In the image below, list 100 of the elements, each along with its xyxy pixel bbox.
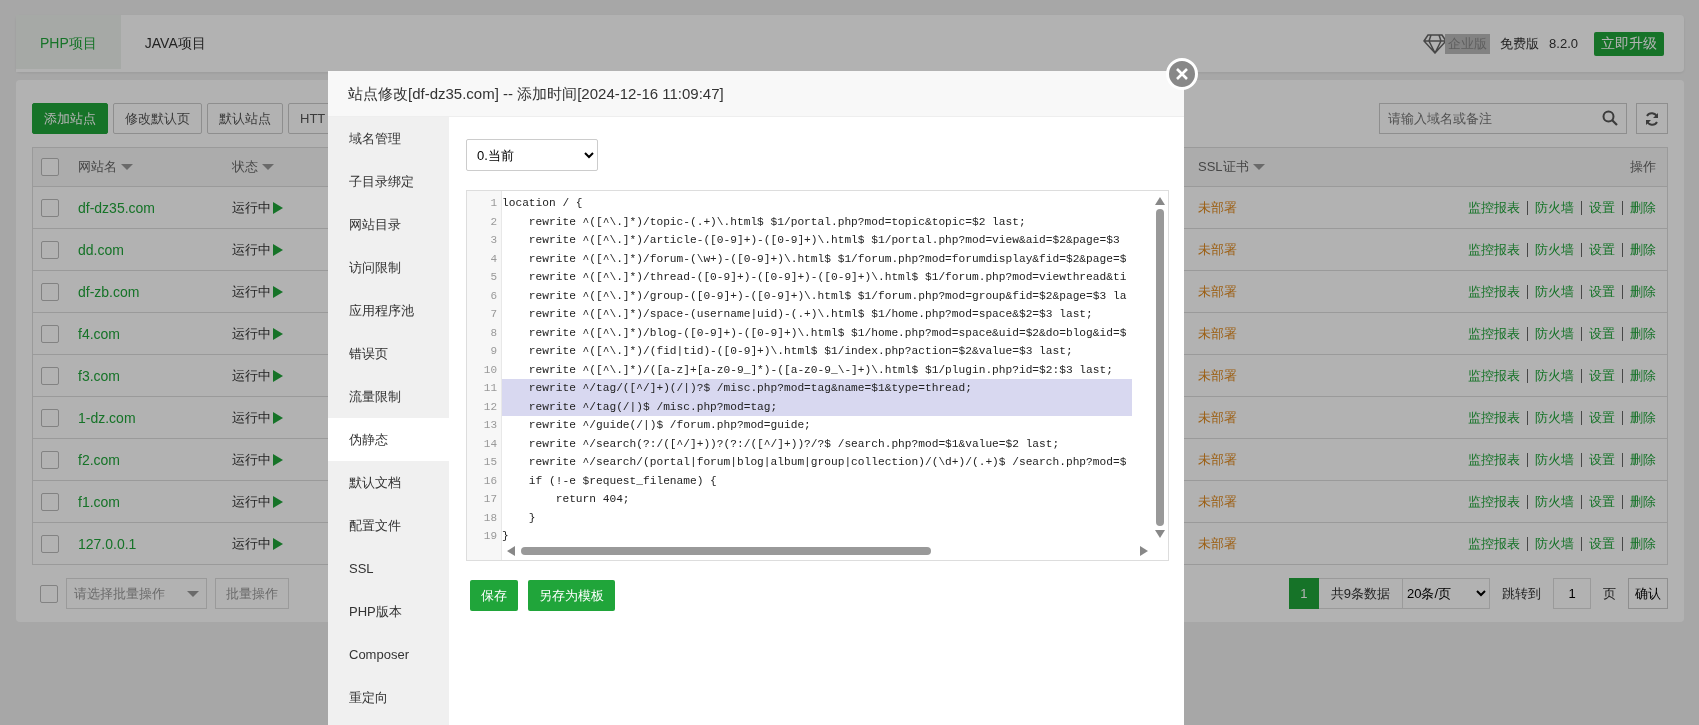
- action-link[interactable]: 监控报表: [1461, 494, 1527, 509]
- action-link[interactable]: 监控报表: [1461, 410, 1527, 425]
- scroll-left-icon[interactable]: [507, 546, 515, 556]
- upgrade-button[interactable]: 立即升级: [1594, 31, 1664, 56]
- column-header[interactable]: 操作: [1630, 158, 1656, 176]
- ssl-status[interactable]: 未部署: [1198, 324, 1237, 343]
- action-link[interactable]: 删除: [1622, 494, 1656, 509]
- status-link[interactable]: 运行中: [232, 534, 283, 553]
- action-link[interactable]: 监控报表: [1461, 326, 1527, 341]
- toolbar-button[interactable]: 默认站点: [207, 103, 283, 134]
- action-link[interactable]: 删除: [1622, 410, 1656, 425]
- action-link[interactable]: 设置: [1581, 536, 1622, 551]
- action-link[interactable]: 设置: [1581, 452, 1622, 467]
- column-header[interactable]: 网站名: [78, 158, 133, 176]
- action-link[interactable]: 删除: [1622, 452, 1656, 467]
- sidebar-item[interactable]: 配置文件: [328, 504, 449, 547]
- action-link[interactable]: 防火墙: [1527, 536, 1581, 551]
- site-name-link[interactable]: df-dz35.com: [78, 199, 156, 216]
- refresh-button[interactable]: [1636, 103, 1668, 134]
- site-name-link[interactable]: dd.com: [78, 241, 124, 258]
- site-name-link[interactable]: f2.com: [78, 451, 120, 468]
- scroll-right-icon[interactable]: [1140, 546, 1148, 556]
- column-header[interactable]: 状态: [232, 158, 274, 176]
- action-link[interactable]: 删除: [1622, 368, 1656, 383]
- action-link[interactable]: 设置: [1581, 200, 1622, 215]
- checkbox[interactable]: [41, 450, 59, 469]
- action-link[interactable]: 删除: [1622, 536, 1656, 551]
- sidebar-item[interactable]: PHP版本: [328, 590, 449, 633]
- sidebar-item[interactable]: 应用程序池: [328, 289, 449, 332]
- project-tab[interactable]: JAVA项目: [120, 15, 230, 72]
- status-link[interactable]: 运行中: [232, 366, 283, 385]
- action-link[interactable]: 防火墙: [1527, 284, 1581, 299]
- project-tab[interactable]: PHP项目: [16, 15, 121, 72]
- action-link[interactable]: 防火墙: [1527, 494, 1581, 509]
- sidebar-item[interactable]: 错误页: [328, 332, 449, 375]
- sidebar-item[interactable]: 伪静态: [328, 418, 449, 461]
- site-name-link[interactable]: f3.com: [78, 367, 120, 384]
- sidebar-item[interactable]: 网站目录: [328, 203, 449, 246]
- ssl-status[interactable]: 未部署: [1198, 408, 1237, 427]
- action-link[interactable]: 监控报表: [1461, 200, 1527, 215]
- action-link[interactable]: 删除: [1622, 242, 1656, 257]
- ssl-status[interactable]: 未部署: [1198, 492, 1237, 511]
- action-link[interactable]: 监控报表: [1461, 242, 1527, 257]
- sidebar-item[interactable]: 重定向: [328, 676, 449, 719]
- scroll-up-icon[interactable]: [1155, 197, 1165, 205]
- status-link[interactable]: 运行中: [232, 492, 283, 511]
- batch-select[interactable]: 请选择批量操作: [66, 578, 207, 609]
- action-link[interactable]: 设置: [1581, 326, 1622, 341]
- confirm-button[interactable]: 确认: [1628, 578, 1668, 609]
- sidebar-item[interactable]: 默认文档: [328, 461, 449, 504]
- toolbar-button[interactable]: 修改默认页: [113, 103, 202, 134]
- horizontal-scrollbar[interactable]: [507, 545, 1148, 557]
- site-name-link[interactable]: f4.com: [78, 325, 120, 342]
- status-link[interactable]: 运行中: [232, 324, 283, 343]
- status-link[interactable]: 运行中: [232, 282, 283, 301]
- action-link[interactable]: 删除: [1622, 284, 1656, 299]
- version-select[interactable]: 0.当前: [466, 139, 598, 171]
- site-name-link[interactable]: 1-dz.com: [78, 409, 136, 426]
- action-link[interactable]: 监控报表: [1461, 284, 1527, 299]
- sidebar-item[interactable]: 流量限制: [328, 375, 449, 418]
- checkbox[interactable]: [40, 584, 58, 603]
- action-link[interactable]: 防火墙: [1527, 200, 1581, 215]
- action-link[interactable]: 删除: [1622, 200, 1656, 215]
- search-field[interactable]: 请输入域名或备注: [1379, 103, 1627, 134]
- site-name-link[interactable]: df-zb.com: [78, 283, 140, 300]
- action-link[interactable]: 监控报表: [1461, 536, 1527, 551]
- checkbox[interactable]: [41, 492, 59, 511]
- ssl-status[interactable]: 未部署: [1198, 240, 1237, 259]
- action-link[interactable]: 防火墙: [1527, 452, 1581, 467]
- checkbox[interactable]: [41, 282, 59, 301]
- sidebar-item[interactable]: 子目录绑定: [328, 160, 449, 203]
- status-link[interactable]: 运行中: [232, 240, 283, 259]
- ssl-status[interactable]: 未部署: [1198, 198, 1237, 217]
- action-link[interactable]: 设置: [1581, 242, 1622, 257]
- ssl-status[interactable]: 未部署: [1198, 366, 1237, 385]
- checkbox[interactable]: [41, 408, 59, 427]
- checkbox[interactable]: [41, 158, 59, 176]
- action-link[interactable]: 监控报表: [1461, 368, 1527, 383]
- action-link[interactable]: 防火墙: [1527, 326, 1581, 341]
- ssl-status[interactable]: 未部署: [1198, 534, 1237, 553]
- action-link[interactable]: 设置: [1581, 368, 1622, 383]
- vertical-scrollbar[interactable]: [1154, 197, 1166, 538]
- site-name-link[interactable]: 127.0.0.1: [78, 535, 137, 552]
- dialog-button[interactable]: 另存为模板: [528, 580, 615, 611]
- action-link[interactable]: 防火墙: [1527, 368, 1581, 383]
- sidebar-item[interactable]: Composer: [328, 633, 449, 676]
- checkbox[interactable]: [41, 534, 59, 553]
- column-header[interactable]: SSL证书: [1198, 158, 1265, 176]
- sidebar-item[interactable]: 访问限制: [328, 246, 449, 289]
- scroll-down-icon[interactable]: [1155, 530, 1165, 538]
- checkbox[interactable]: [41, 240, 59, 259]
- checkbox[interactable]: [41, 198, 59, 217]
- action-link[interactable]: 设置: [1581, 284, 1622, 299]
- page-button[interactable]: 1: [1288, 578, 1319, 609]
- action-link[interactable]: 防火墙: [1527, 410, 1581, 425]
- status-link[interactable]: 运行中: [232, 450, 283, 469]
- toolbar-button[interactable]: 添加站点: [32, 103, 108, 134]
- ssl-status[interactable]: 未部署: [1198, 450, 1237, 469]
- action-link[interactable]: 删除: [1622, 326, 1656, 341]
- page-size-select[interactable]: 20条/页: [1403, 578, 1490, 609]
